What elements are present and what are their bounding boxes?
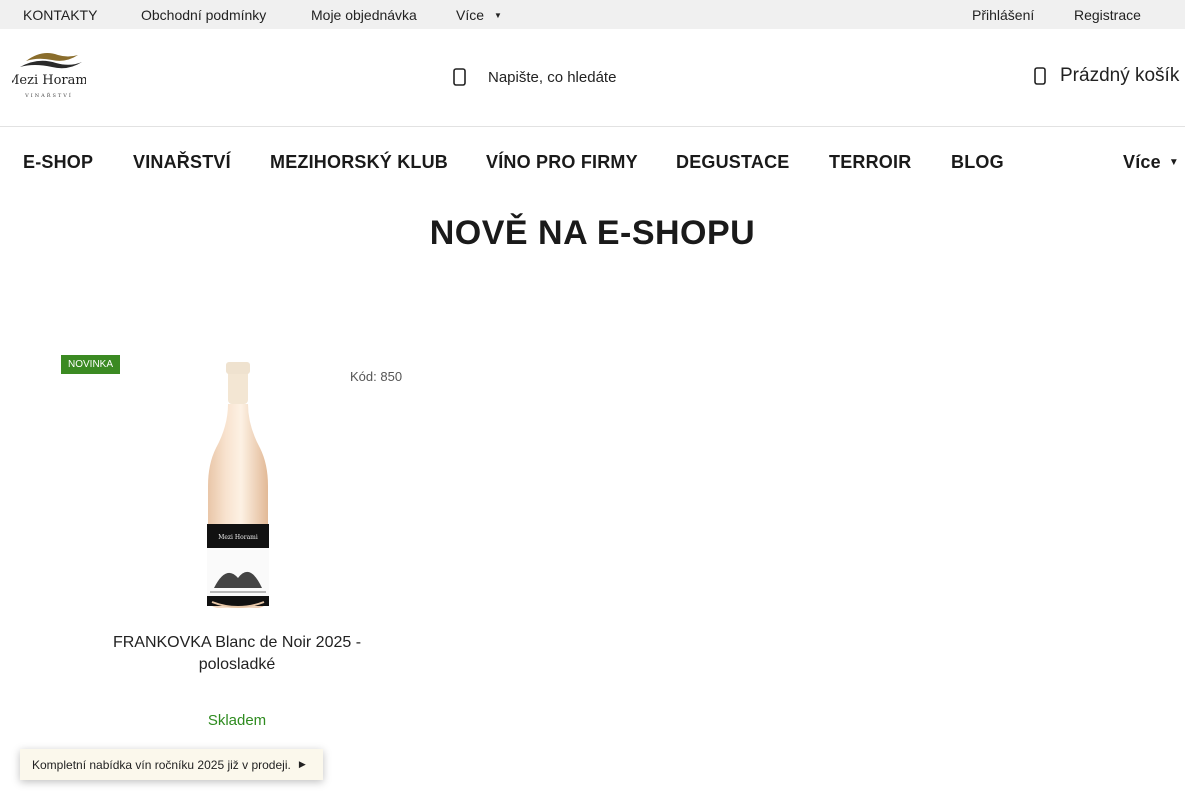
bottle-label-brand: Mezi Horami (218, 534, 258, 541)
chevron-down-icon: ▼ (1168, 157, 1179, 168)
info-notice[interactable]: Kompletní nabídka vín ročníku 2025 již v… (20, 749, 323, 780)
page-title: NOVĚ NA E-SHOPU (429, 214, 756, 252)
nav-item-eshop[interactable]: E-SHOP (23, 152, 93, 173)
logo-graphic: Mezi Horami VINAŘSTVÍ (6, 53, 92, 99)
availability-status: Skladem (207, 712, 267, 729)
search-field[interactable]: Napište, co hledáte (452, 65, 616, 89)
chevron-right-icon: ▶ (298, 759, 306, 769)
nav-item-blog[interactable]: BLOG (951, 152, 1004, 173)
nav-item-wine-for-companies[interactable]: VÍNO PRO FIRMY (486, 152, 638, 173)
topbar-link-contacts[interactable]: KONTAKTY (23, 7, 97, 23)
top-bar: KONTAKTY Obchodní podmínky Moje objednáv… (0, 0, 1185, 29)
product-image[interactable]: Mezi Horami (180, 356, 296, 614)
chevron-down-icon: ▼ (494, 11, 502, 20)
wine-bottle-image: Mezi Horami (207, 362, 269, 608)
main-navigation: E-SHOP VINAŘSTVÍ MEZIHORSKÝ KLUB VÍNO PR… (0, 127, 1185, 195)
topbar-more-label: Více (456, 7, 485, 23)
topbar-more-menu[interactable]: Více ▼ (456, 7, 502, 23)
search-placeholder: Napište, co hledáte (488, 68, 617, 86)
notice-text: Kompletní nabídka vín ročníku 2025 již v… (32, 757, 291, 772)
login-link[interactable]: Přihlášení (972, 7, 1034, 23)
nav-item-tasting[interactable]: DEGUSTACE (676, 152, 789, 173)
site-logo[interactable]: Mezi Horami VINAŘSTVÍ (6, 47, 92, 101)
nav-item-club[interactable]: MEZIHORSKÝ KLUB (270, 152, 448, 173)
nav-more-label: Více (1123, 152, 1161, 172)
nav-item-terroir[interactable]: TERROIR (829, 152, 911, 173)
new-badge: NOVINKA (61, 355, 121, 374)
nav-item-winery[interactable]: VINAŘSTVÍ (133, 152, 231, 173)
register-link[interactable]: Registrace (1074, 7, 1141, 23)
cart-button[interactable]: Prázdný košík (1034, 65, 1179, 87)
cart-icon (1034, 67, 1046, 85)
cart-label: Prázdný košík (1060, 65, 1180, 86)
logo-text: Mezi Horami (12, 73, 86, 88)
site-header: Mezi Horami VINAŘSTVÍ Napište, co hledát… (0, 29, 1185, 127)
search-icon (453, 68, 466, 86)
topbar-link-terms[interactable]: Obchodní podmínky (141, 7, 266, 23)
product-code: Kód: 850 (350, 369, 403, 384)
product-name-link[interactable]: FRANKOVKA Blanc de Noir 2025 - polosladk… (103, 632, 371, 676)
topbar-link-my-order[interactable]: Moje objednávka (311, 7, 417, 23)
logo-subtext: VINAŘSTVÍ (24, 91, 73, 99)
nav-more-menu[interactable]: Více ▼ (1123, 152, 1179, 173)
